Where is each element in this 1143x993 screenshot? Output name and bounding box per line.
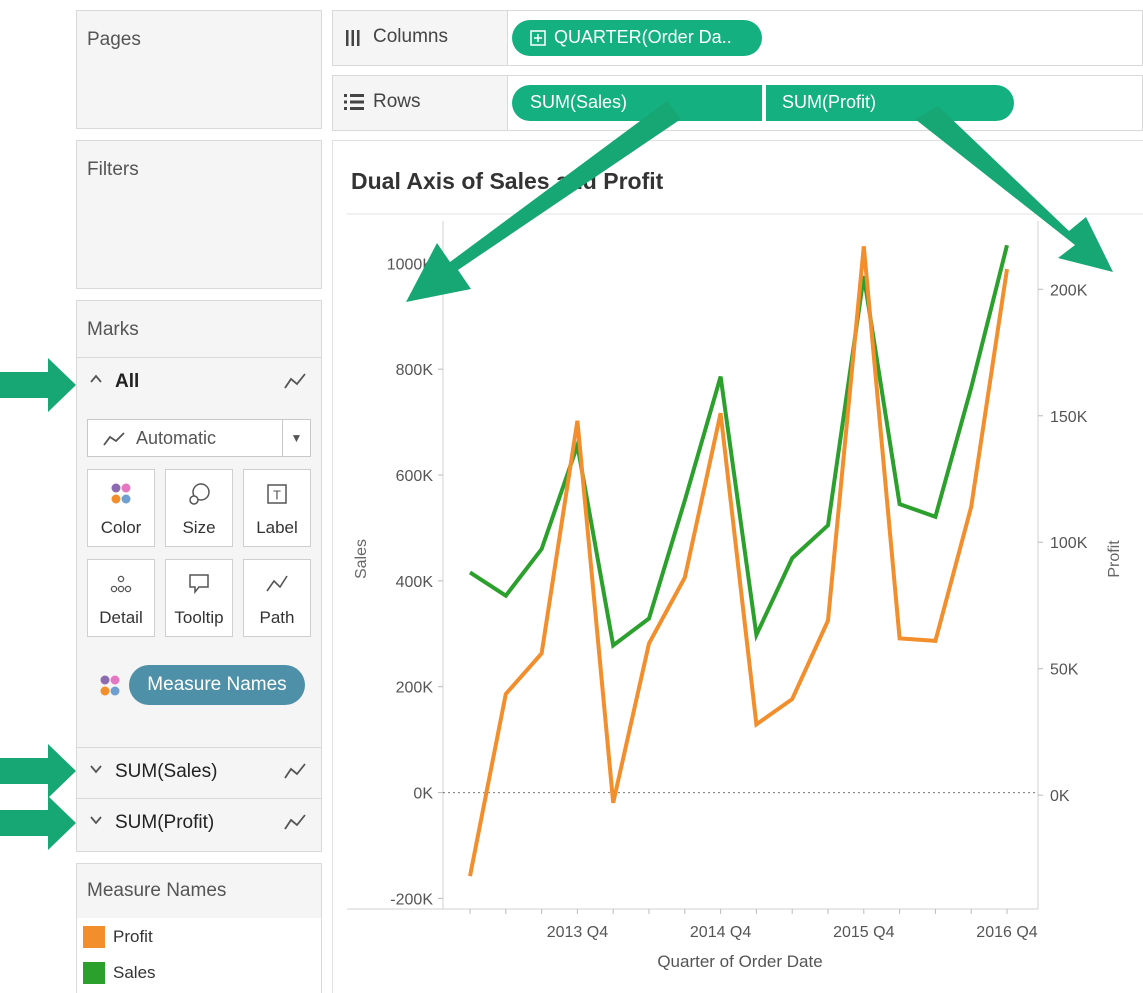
y-tick-label: 1000K (387, 256, 434, 273)
label-icon: T (244, 480, 310, 508)
y2-tick-label: 100K (1050, 535, 1088, 552)
columns-drop-area[interactable]: QUARTER(Order Da.. (507, 11, 1142, 65)
legend-sales-label: Sales (113, 963, 156, 982)
detail-button[interactable]: Detail (87, 559, 155, 637)
columns-label: Columns (373, 26, 448, 47)
marks-profit-label: SUM(Profit) (115, 812, 215, 833)
sum-profit-pill[interactable]: SUM(Profit) (766, 85, 1014, 121)
legend-item-profit[interactable]: Profit (83, 924, 283, 948)
x-axis-title: Quarter of Order Date (657, 952, 822, 971)
filters-title: Filters (87, 159, 139, 180)
filters-card: Filters (76, 140, 322, 289)
pages-title: Pages (87, 29, 141, 50)
measure-names-pill[interactable]: Measure Names (129, 665, 305, 705)
series-line-profit (468, 246, 1009, 877)
marks-title: Marks (87, 319, 139, 340)
quarter-pill-label: QUARTER(Order Da.. (554, 27, 732, 47)
chart-title: Dual Axis of Sales and Profit (351, 168, 664, 194)
expand-box-icon (530, 30, 546, 51)
color-button-label: Color (100, 518, 142, 537)
path-button-label: Path (259, 608, 295, 627)
legend-card: Measure Names Profit Sales (76, 863, 322, 993)
color-dots-icon (97, 673, 123, 704)
marks-sales-label: SUM(Sales) (115, 761, 218, 782)
marks-all-row[interactable]: All (77, 357, 321, 407)
y-tick-label: 600K (396, 468, 434, 485)
annotation-arrow (0, 744, 76, 798)
y2-axis-title: Profit (1106, 540, 1123, 578)
x-tick-label: 2014 Q4 (690, 924, 751, 941)
label-button[interactable]: T Label (243, 469, 311, 547)
size-icon (166, 480, 232, 508)
quarter-pill[interactable]: QUARTER(Order Da.. (512, 20, 762, 56)
legend-title: Measure Names (87, 880, 227, 901)
x-tick-label: 2013 Q4 (547, 924, 608, 941)
x-tick-label: 2016 Q4 (976, 924, 1037, 941)
chevron-down-icon (89, 762, 103, 781)
line-mark-icon (283, 760, 307, 787)
marks-card: Marks All Automatic ▼ Color Size T Label… (76, 300, 322, 852)
marks-profit-row[interactable]: SUM(Profit) (77, 798, 321, 848)
sum-sales-pill[interactable]: SUM(Sales) (512, 85, 762, 121)
sales-swatch (83, 962, 105, 984)
y-tick-label: 0K (413, 786, 433, 803)
rows-icon (343, 93, 365, 116)
detail-button-label: Detail (99, 608, 143, 627)
legend-profit-label: Profit (113, 927, 153, 946)
columns-shelf: Columns QUARTER(Order Da.. (332, 10, 1143, 66)
chevron-up-icon (89, 372, 103, 391)
marks-sales-row[interactable]: SUM(Sales) (77, 747, 321, 797)
path-icon (244, 570, 310, 598)
tooltip-button-label: Tooltip (174, 608, 224, 627)
rows-label: Rows (373, 91, 421, 112)
marks-all-label: All (115, 371, 140, 392)
x-tick-label: 2015 Q4 (833, 924, 894, 941)
y2-tick-label: 0K (1050, 788, 1070, 805)
detail-icon (88, 570, 154, 598)
y2-tick-label: 50K (1050, 662, 1079, 679)
color-button[interactable]: Color (87, 469, 155, 547)
dual-axis-chart[interactable]: Dual Axis of Sales and Profit -200K 0K 200… (333, 141, 1143, 993)
mark-type-dropdown[interactable]: Automatic ▼ (87, 419, 311, 457)
annotation-arrow (0, 796, 76, 850)
dropdown-caret-icon[interactable]: ▼ (282, 420, 310, 456)
rows-shelf: Rows SUM(Sales) SUM(Profit) (332, 75, 1143, 131)
chevron-down-icon (89, 813, 103, 832)
label-button-label: Label (256, 518, 298, 537)
annotation-arrow (0, 358, 76, 412)
mark-type-label: Automatic (136, 428, 217, 448)
svg-text:T: T (273, 488, 281, 503)
y-tick-label: -200K (390, 891, 433, 908)
columns-icon (345, 27, 361, 52)
tooltip-button[interactable]: Tooltip (165, 559, 233, 637)
sum-sales-pill-label: SUM(Sales) (530, 92, 628, 112)
sum-profit-pill-label: SUM(Profit) (782, 92, 876, 112)
color-dots-icon (88, 480, 154, 508)
line-mark-icon (283, 370, 307, 397)
y-axis-title: Sales (353, 539, 370, 579)
tooltip-icon (166, 570, 232, 598)
line-mark-icon (283, 811, 307, 838)
legend-list: Profit Sales (77, 918, 321, 993)
y2-tick-label: 200K (1050, 282, 1088, 299)
y-tick-label: 400K (396, 574, 434, 591)
view-area: Dual Axis of Sales and Profit -200K 0K 200… (332, 140, 1143, 993)
legend-item-sales[interactable]: Sales (83, 960, 283, 984)
profit-swatch (83, 926, 105, 948)
rows-drop-area[interactable]: SUM(Sales) SUM(Profit) (507, 76, 1142, 130)
pages-card: Pages (76, 10, 322, 129)
y-tick-label: 200K (396, 680, 434, 697)
y2-tick-label: 150K (1050, 409, 1088, 426)
size-button-label: Size (182, 518, 216, 537)
y-tick-label: 800K (396, 362, 434, 379)
path-button[interactable]: Path (243, 559, 311, 637)
line-mark-icon (102, 430, 126, 453)
size-button[interactable]: Size (165, 469, 233, 547)
